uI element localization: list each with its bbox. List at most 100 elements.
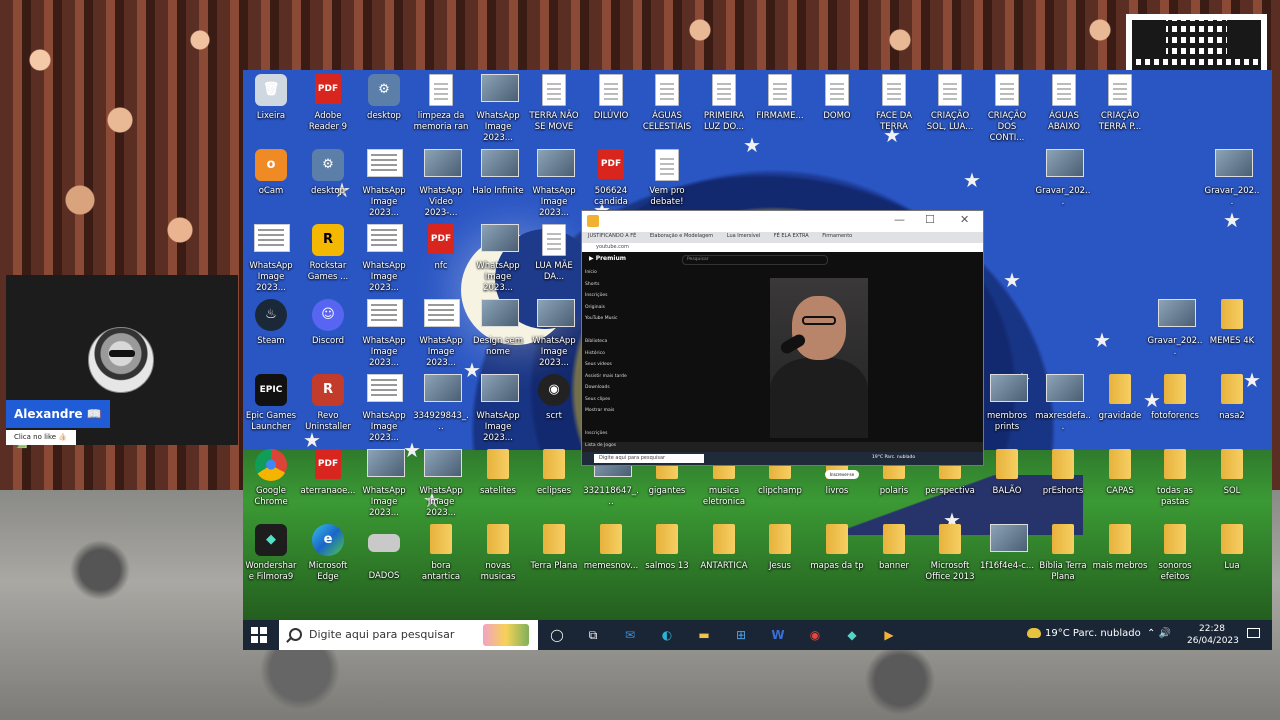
youtube-sidebar-item[interactable]: Originais bbox=[585, 305, 655, 317]
youtube-sidebar-item[interactable]: Shorts bbox=[585, 282, 655, 294]
desktop-icon[interactable]: Jesus bbox=[752, 524, 808, 572]
desktop-icon[interactable]: WhatsApp Image 2023... bbox=[356, 224, 412, 294]
desktop-icon[interactable]: 1f16f4e4-c... bbox=[979, 524, 1035, 572]
maximize-icon[interactable]: ☐ bbox=[925, 213, 935, 226]
filmora-icon[interactable]: ◆ bbox=[842, 625, 862, 645]
browser-tab[interactable]: Lua Imersível bbox=[721, 232, 766, 240]
desktop-icon[interactable]: eclipses bbox=[526, 449, 582, 497]
desktop-icon[interactable]: ANTARTICA bbox=[696, 524, 752, 572]
desktop-icon[interactable]: FIRMAME... bbox=[752, 74, 808, 122]
desktop-icon[interactable]: Gravar_202... bbox=[1147, 299, 1203, 358]
desktop-icon[interactable]: Lua bbox=[1204, 524, 1260, 572]
search-box[interactable]: Digite aqui para pesquisar bbox=[279, 620, 538, 650]
ocam-taskbar-icon[interactable]: ▶ bbox=[879, 625, 899, 645]
youtube-sidebar-item[interactable]: YouTube Music bbox=[585, 316, 655, 328]
desktop-icon[interactable]: maxresdefa... bbox=[1035, 374, 1091, 433]
desktop-icon[interactable]: WhatsApp Image 2023... bbox=[470, 224, 526, 294]
desktop-icon[interactable]: gravidade bbox=[1092, 374, 1148, 422]
youtube-sidebar-item[interactable] bbox=[585, 420, 655, 432]
subscribe-button[interactable]: Inscrever-se bbox=[825, 470, 859, 479]
desktop-icon[interactable]: CRIAÇÃO SOL, LUA... bbox=[922, 74, 978, 133]
youtube-sidebar-item[interactable]: Seus vídeos bbox=[585, 362, 655, 374]
desktop-icon[interactable]: Design sem nome bbox=[470, 299, 526, 358]
desktop-icon[interactable]: FACE DA TERRA bbox=[866, 74, 922, 133]
address-bar[interactable]: youtube.com bbox=[582, 243, 983, 252]
youtube-sidebar-item[interactable]: Inscrições bbox=[585, 293, 655, 305]
chrome-icon[interactable]: ◉ bbox=[805, 625, 825, 645]
desktop-icon[interactable]: Bíblia Terra Plana bbox=[1035, 524, 1091, 583]
desktop-icon[interactable]: mapas da tp bbox=[809, 524, 865, 572]
desktop-icon[interactable]: WhatsApp Image 2023... bbox=[356, 374, 412, 444]
desktop-icon[interactable]: ⚙ desktop bbox=[356, 74, 412, 122]
desktop-icon[interactable]: PRIMEIRA LUZ DO... bbox=[696, 74, 752, 133]
desktop-icon[interactable]: mais mebros bbox=[1092, 524, 1148, 572]
browser-tab[interactable]: Firmamento bbox=[816, 232, 858, 240]
youtube-sidebar-item[interactable]: Downloads bbox=[585, 385, 655, 397]
desktop-icon[interactable]: ÁGUAS CELESTIAIS bbox=[639, 74, 695, 133]
edge-icon[interactable]: ◐ bbox=[657, 625, 677, 645]
desktop-icon[interactable]: ☺ Discord bbox=[300, 299, 356, 347]
youtube-sidebar-item[interactable] bbox=[585, 328, 655, 340]
desktop-icon[interactable]: nasa2 bbox=[1204, 374, 1260, 422]
desktop-icon[interactable]: bora antartica bbox=[413, 524, 469, 583]
desktop-icon[interactable]: WhatsApp Image 2023... bbox=[356, 299, 412, 369]
desktop-icon[interactable]: Microsoft Office 2013 bbox=[922, 524, 978, 583]
desktop-icon[interactable]: TERRA NÃO SE MOVE bbox=[526, 74, 582, 133]
desktop-icon[interactable]: WhatsApp Image 2023... bbox=[413, 299, 469, 369]
desktop-icon[interactable]: e Microsoft Edge bbox=[300, 524, 356, 583]
task-view-icon[interactable]: ⧉ bbox=[583, 625, 603, 645]
screen-capture-window[interactable]: — ☐ ✕ JUSTIFICANDO A FÉ Elaboração e Mod… bbox=[581, 210, 984, 479]
desktop-icon[interactable]: membros prints bbox=[979, 374, 1035, 433]
desktop-icon[interactable]: Halo Infinite bbox=[470, 149, 526, 197]
desktop-icon[interactable]: fotoforencs bbox=[1147, 374, 1203, 422]
store-icon[interactable]: ⊞ bbox=[731, 625, 751, 645]
desktop-icon[interactable]: DILÚVIO bbox=[583, 74, 639, 122]
desktop-icon[interactable]: MEMES 4K bbox=[1204, 299, 1260, 347]
desktop-icon[interactable]: PDF 506624 candida bbox=[583, 149, 639, 208]
desktop-icon[interactable]: WhatsApp Image 2023... bbox=[470, 74, 526, 144]
youtube-sidebar-item[interactable]: Seus clipes bbox=[585, 397, 655, 409]
desktop-icon[interactable]: todas as pastas bbox=[1147, 449, 1203, 508]
desktop-icon[interactable]: ● Google Chrome bbox=[243, 449, 299, 508]
desktop-icon[interactable]: Terra Plana bbox=[526, 524, 582, 572]
video-player[interactable] bbox=[770, 278, 868, 438]
desktop-icon[interactable]: WhatsApp Image 2023... bbox=[526, 299, 582, 369]
desktop-icon[interactable]: WhatsApp Image 2023... bbox=[526, 149, 582, 219]
desktop-icon[interactable]: Gravar_202... bbox=[1204, 149, 1260, 208]
window-titlebar[interactable]: — ☐ ✕ bbox=[582, 211, 983, 232]
desktop-icon[interactable]: banner bbox=[866, 524, 922, 572]
desktop-icon[interactable]: ◆ Wondershare Filmora9 bbox=[243, 524, 299, 583]
desktop-icon[interactable]: CAPAS bbox=[1092, 449, 1148, 497]
desktop-icon[interactable]: WhatsApp Image 2023... bbox=[356, 449, 412, 519]
file-explorer-icon[interactable]: ▬ bbox=[694, 625, 714, 645]
desktop-icon[interactable]: SOL bbox=[1204, 449, 1260, 497]
desktop-icon[interactable]: CRIAÇÃO TERRA P... bbox=[1092, 74, 1148, 133]
word-icon[interactable]: W bbox=[768, 625, 788, 645]
desktop-icon[interactable]: Vem pro debate! bbox=[639, 149, 695, 208]
youtube-sidebar-item[interactable]: Início bbox=[585, 270, 655, 282]
desktop-icon[interactable]: memesnov... bbox=[583, 524, 639, 572]
desktop-icon[interactable]: 🗑 Lixeira bbox=[243, 74, 299, 122]
desktop-icon[interactable]: o oCam bbox=[243, 149, 299, 197]
mail-icon[interactable]: ✉ bbox=[620, 625, 640, 645]
desktop-icon[interactable]: ♨ Steam bbox=[243, 299, 299, 347]
close-icon[interactable]: ✕ bbox=[960, 213, 969, 226]
youtube-logo[interactable]: ▶ Premium bbox=[589, 255, 626, 262]
desktop-icon[interactable]: BALÃO bbox=[979, 449, 1035, 497]
browser-tab[interactable]: JUSTIFICANDO A FÉ bbox=[582, 232, 642, 240]
browser-tab[interactable]: FÉ ELA EXTRA bbox=[768, 232, 815, 240]
desktop-icon[interactable]: satelites bbox=[470, 449, 526, 497]
desktop-icon[interactable]: WhatsApp Video 2023-... bbox=[413, 149, 469, 219]
desktop-icon[interactable]: EPIC Epic Games Launcher bbox=[243, 374, 299, 433]
browser-tabs[interactable]: JUSTIFICANDO A FÉ Elaboração e Modelagem… bbox=[582, 232, 983, 243]
youtube-sidebar-item[interactable]: Biblioteca bbox=[585, 339, 655, 351]
desktop-icon[interactable]: sonoros efeitos bbox=[1147, 524, 1203, 583]
notification-icon[interactable] bbox=[1247, 628, 1260, 638]
desktop-icon[interactable]: salmos 13 bbox=[639, 524, 695, 572]
desktop-icon[interactable]: limpeza da memoria ran bbox=[413, 74, 469, 133]
desktop-icon[interactable]: DADOS bbox=[356, 524, 412, 582]
desktop-icon[interactable]: novas musicas bbox=[470, 524, 526, 583]
browser-tab[interactable]: Elaboração e Modelagem bbox=[644, 232, 719, 240]
desktop-icon[interactable]: ◉ scrt bbox=[526, 374, 582, 422]
tray-icons[interactable]: ⌃ 🔊 bbox=[1147, 628, 1171, 639]
